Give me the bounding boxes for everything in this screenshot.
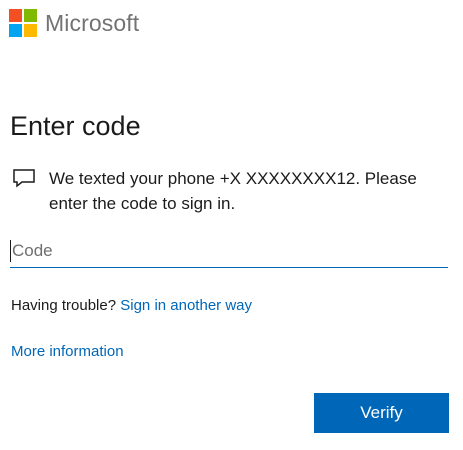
trouble-row: Having trouble? Sign in another way — [11, 297, 252, 314]
trouble-label: Having trouble? — [11, 297, 117, 314]
brand-name: Microsoft — [45, 9, 140, 36]
microsoft-logo-icon — [9, 9, 37, 37]
microsoft-logo: Microsoft — [9, 9, 139, 37]
code-input[interactable] — [10, 234, 448, 268]
sign-in-another-way-link[interactable]: Sign in another way — [120, 297, 252, 314]
text-caret — [10, 240, 11, 262]
message-icon — [13, 169, 35, 188]
verify-button[interactable]: Verify — [314, 393, 449, 433]
sign-in-page: Microsoft Enter code We texted your phon… — [0, 0, 463, 450]
sms-sent-message: We texted your phone +X XXXXXXXX12. Plea… — [49, 169, 417, 213]
more-information-link[interactable]: More information — [11, 343, 124, 360]
page-title: Enter code — [10, 111, 141, 141]
